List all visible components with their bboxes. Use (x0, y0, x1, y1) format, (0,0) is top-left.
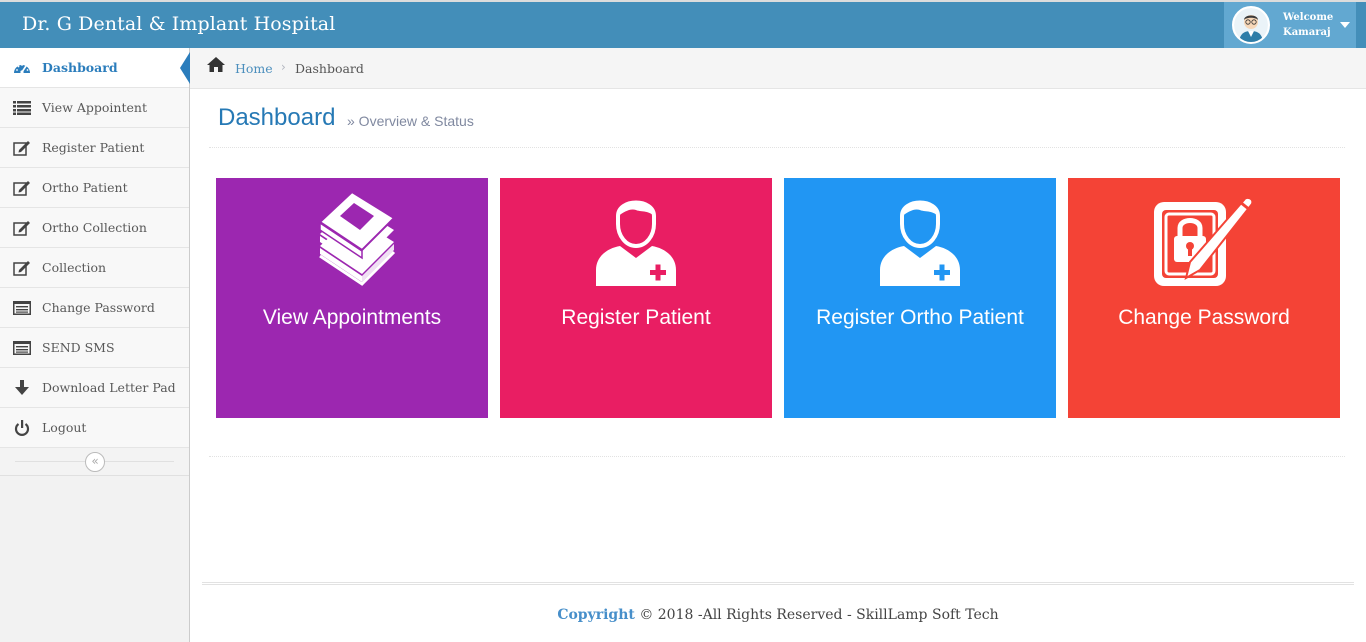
edit-icon (12, 138, 32, 158)
patient-icon (586, 186, 686, 286)
lock-edit-icon (1154, 186, 1254, 286)
tile-label: Change Password (1118, 306, 1290, 329)
tile-label: Register Ortho Patient (816, 306, 1024, 329)
tile-view-appointments[interactable]: View Appointments (216, 178, 488, 418)
tile-register-patient[interactable]: Register Patient (500, 178, 772, 418)
sidebar-item-register-patient[interactable]: Register Patient (0, 128, 189, 168)
sidebar-item-label: Dashboard (42, 60, 118, 75)
sidebar-item-download-letter-pad[interactable]: Download Letter Pad (0, 368, 189, 408)
home-icon[interactable] (207, 57, 225, 76)
sidebar: Dashboard View Appointent Register Patie… (0, 48, 190, 642)
footer: Copyright © 2018 -All Rights Reserved - … (202, 582, 1354, 623)
sidebar-item-ortho-collection[interactable]: Ortho Collection (0, 208, 189, 248)
list-icon (12, 98, 32, 118)
breadcrumb-home-link[interactable]: Home (235, 61, 273, 76)
sidebar-item-label: SEND SMS (42, 340, 115, 355)
sidebar-item-dashboard[interactable]: Dashboard (0, 48, 190, 88)
sidebar-item-change-password[interactable]: Change Password (0, 288, 189, 328)
sidebar-item-label: Logout (42, 420, 87, 435)
user-menu[interactable]: Welcome Kamaraj (1224, 2, 1356, 48)
footer-copyright-link[interactable]: Copyright (557, 607, 635, 623)
page-subtitle: » Overview & Status (347, 113, 474, 129)
page-title: Dashboard (218, 104, 336, 131)
user-welcome: Welcome Kamaraj (1283, 10, 1333, 40)
arrow-down-icon (12, 378, 32, 398)
edit-icon (12, 178, 32, 198)
tile-label: View Appointments (262, 306, 442, 329)
top-navbar: Dr. G Dental & Implant Hospital Welcome … (0, 0, 1366, 48)
chevron-right-icon: › (281, 60, 286, 74)
sidebar-item-label: Ortho Collection (42, 220, 147, 235)
sidebar-item-label: Collection (42, 260, 107, 275)
sidebar-item-label: Ortho Patient (42, 180, 128, 195)
tile-label: Register Patient (561, 306, 711, 329)
list-alt-icon (12, 298, 32, 318)
welcome-label: Welcome (1283, 12, 1334, 23)
sidebar-item-collection[interactable]: Collection (0, 248, 189, 288)
caret-down-icon[interactable] (1340, 22, 1350, 28)
list-alt-icon (12, 338, 32, 358)
sidebar-item-logout[interactable]: Logout (0, 408, 189, 448)
book-stack-icon (302, 186, 402, 286)
tile-register-ortho-patient[interactable]: Register Ortho Patient (784, 178, 1056, 418)
footer-rights: © 2018 -All Rights Reserved - SkillLamp … (634, 607, 999, 623)
tachometer-icon (12, 58, 32, 78)
sidebar-item-label: Change Password (42, 300, 155, 315)
power-icon (12, 418, 32, 438)
patient-icon (870, 186, 970, 286)
sidebar-item-view-appointent[interactable]: View Appointent (0, 88, 189, 128)
user-name: Kamaraj (1283, 27, 1331, 38)
sidebar-item-label: Register Patient (42, 140, 145, 155)
footer-text: Copyright © 2018 -All Rights Reserved - … (202, 607, 1354, 623)
double-angle-left-icon[interactable]: « (85, 452, 105, 472)
sidebar-collapse-bar: « (0, 448, 189, 476)
avatar (1232, 6, 1270, 44)
tile-change-password[interactable]: Change Password (1068, 178, 1340, 418)
breadcrumb-current: Dashboard (295, 61, 364, 76)
sidebar-item-send-sms[interactable]: SEND SMS (0, 328, 189, 368)
divider (209, 147, 1345, 148)
sidebar-item-ortho-patient[interactable]: Ortho Patient (0, 168, 189, 208)
edit-icon (12, 218, 32, 238)
app-title[interactable]: Dr. G Dental & Implant Hospital (22, 13, 335, 35)
edit-icon (12, 258, 32, 278)
breadcrumb: Home › Dashboard (190, 48, 1366, 89)
sidebar-item-label: Download Letter Pad (42, 380, 176, 395)
divider (209, 456, 1345, 457)
sidebar-item-label: View Appointent (42, 100, 147, 115)
